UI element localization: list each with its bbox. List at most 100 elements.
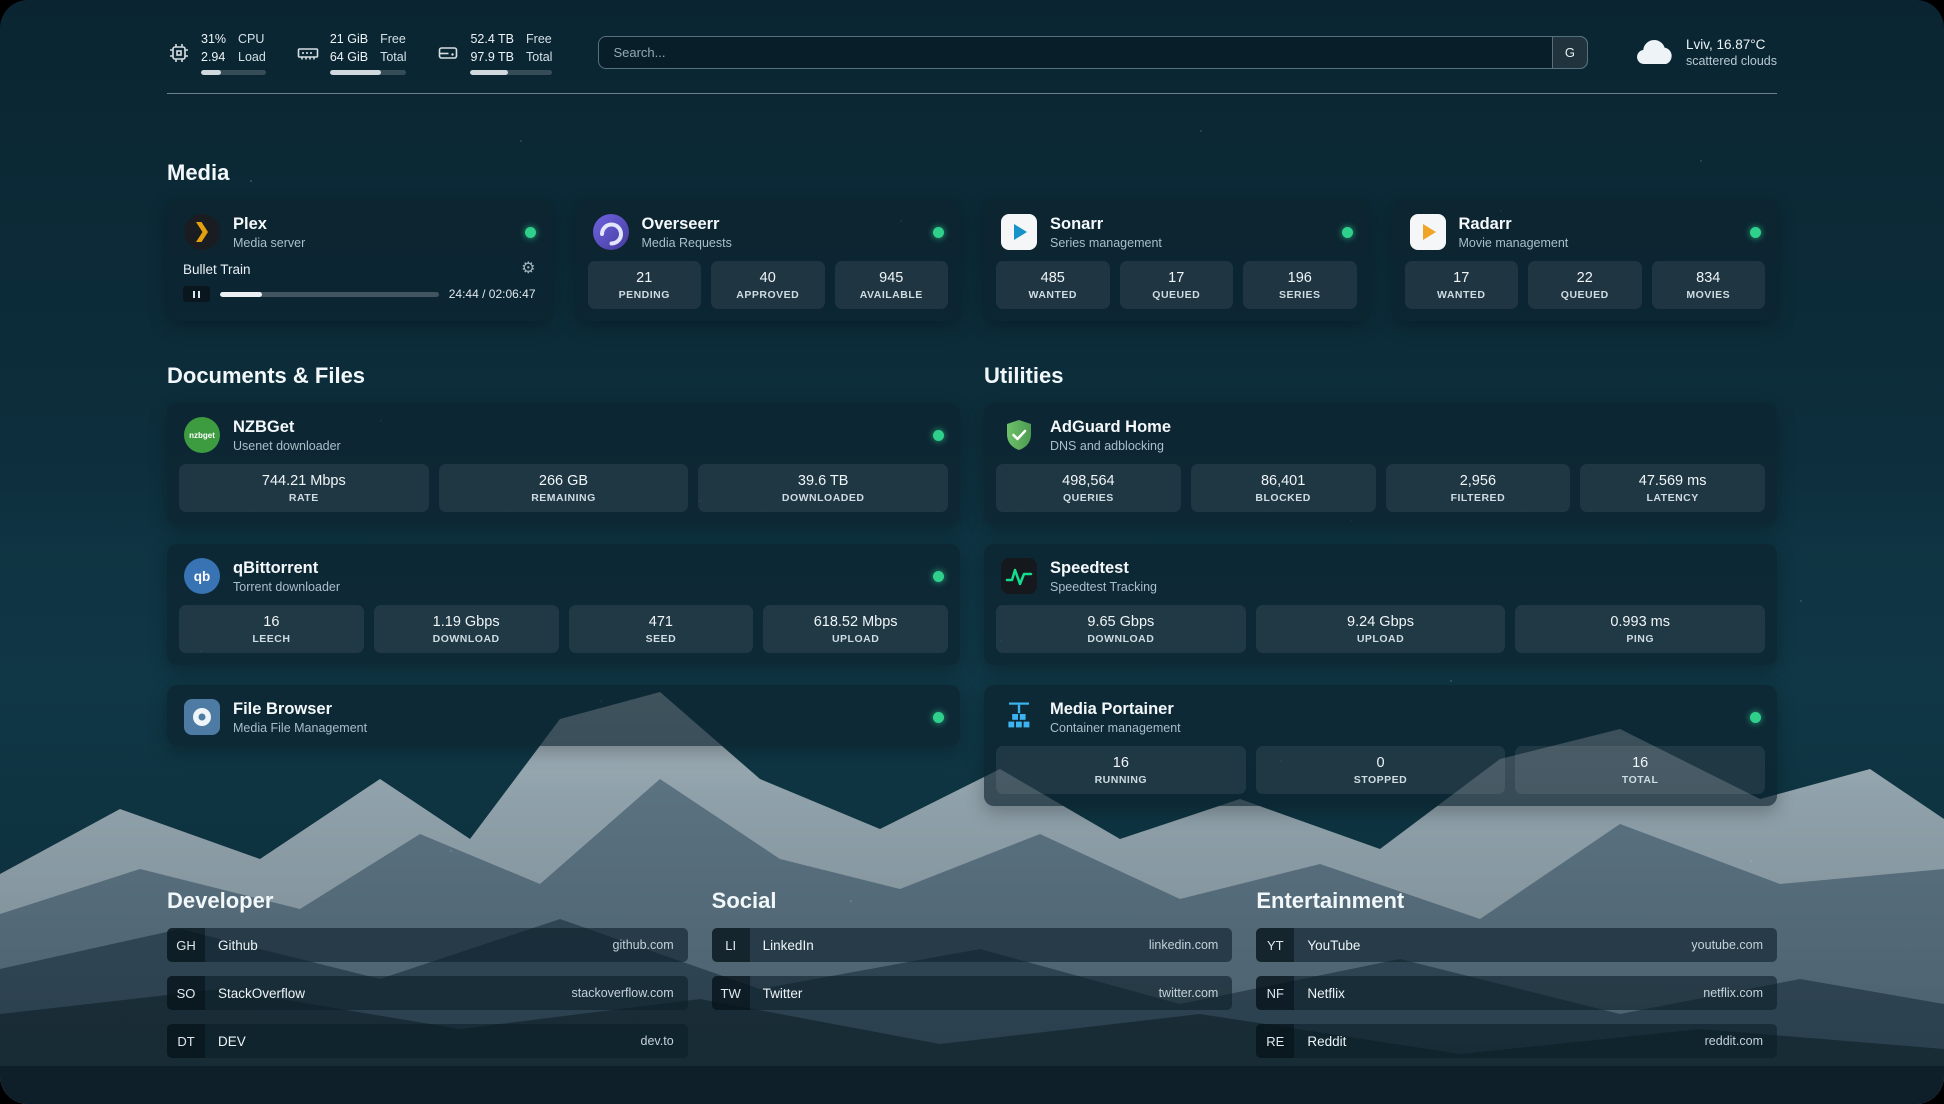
playback-time: 24:44 / 02:06:47 <box>449 287 536 301</box>
cpu-widget: 31% 2.94 CPU Load <box>167 30 266 75</box>
cpu-progress-bar <box>201 70 266 75</box>
bookmark-twitter[interactable]: TW Twitter twitter.com <box>712 976 1233 1010</box>
system-widgets: 31% 2.94 CPU Load <box>167 30 552 75</box>
bookmark-name: Twitter <box>750 986 803 1001</box>
bookmark-abbr: DT <box>167 1024 205 1058</box>
status-dot <box>1342 227 1353 238</box>
adguard-card[interactable]: AdGuard Home DNS and adblocking 498,564 … <box>984 403 1777 524</box>
weather-widget: Lviv, 16.87°C scattered clouds <box>1634 37 1777 68</box>
speedtest-card[interactable]: Speedtest Speedtest Tracking 9.65 Gbps D… <box>984 544 1777 665</box>
developer-bookmarks: Developer GH Github github.com SO StackO… <box>167 888 688 1072</box>
playback-progress[interactable] <box>220 292 439 297</box>
radarr-card[interactable]: Radarr Movie management 17 WANTED 22 QUE… <box>1393 200 1778 321</box>
filebrowser-card[interactable]: File Browser Media File Management <box>167 685 960 746</box>
bookmark-name: Reddit <box>1294 1034 1346 1049</box>
bookmark-linkedin[interactable]: LI LinkedIn linkedin.com <box>712 928 1233 962</box>
disk-total-label: Total <box>526 48 552 66</box>
cpu-load-value: 2.94 <box>201 48 226 66</box>
service-title: File Browser <box>233 700 367 719</box>
disk-widget: 52.4 TB 97.9 TB Free Total <box>436 30 552 75</box>
bookmark-abbr: NF <box>1256 976 1294 1010</box>
status-dot <box>1750 227 1761 238</box>
stat-upload: 618.52 Mbps UPLOAD <box>763 605 948 653</box>
service-subtitle: Movie management <box>1459 236 1569 250</box>
header-divider <box>167 93 1777 94</box>
stat-approved: 40 APPROVED <box>711 261 825 309</box>
bookmark-stackoverflow[interactable]: SO StackOverflow stackoverflow.com <box>167 976 688 1010</box>
bookmark-url: youtube.com <box>1691 938 1777 952</box>
gear-icon[interactable]: ⚙ <box>521 261 535 277</box>
bookmark-url: netflix.com <box>1703 986 1777 1000</box>
pause-button[interactable] <box>183 286 210 302</box>
bookmark-abbr: LI <box>712 928 750 962</box>
filebrowser-icon <box>183 698 221 736</box>
status-dot <box>525 227 536 238</box>
search-provider-button[interactable]: G <box>1552 36 1588 69</box>
stat-series: 196 SERIES <box>1243 261 1357 309</box>
social-bookmarks: Social LI LinkedIn linkedin.com TW Twitt… <box>712 888 1233 1072</box>
bookmark-netflix[interactable]: NF Netflix netflix.com <box>1256 976 1777 1010</box>
bookmark-dev[interactable]: DT DEV dev.to <box>167 1024 688 1058</box>
bookmark-abbr: TW <box>712 976 750 1010</box>
bookmark-name: DEV <box>205 1034 246 1049</box>
stat-wanted: 485 WANTED <box>996 261 1110 309</box>
service-title: Sonarr <box>1050 215 1162 234</box>
stat-download: 9.65 Gbps DOWNLOAD <box>996 605 1246 653</box>
disk-free-label: Free <box>526 30 552 48</box>
overseerr-icon <box>592 213 630 251</box>
cpu-load-label: Load <box>238 48 266 66</box>
stat-seed: 471 SEED <box>569 605 754 653</box>
nzbget-card[interactable]: nzbget NZBGet Usenet downloader 744.21 M… <box>167 403 960 524</box>
weather-location: Lviv, 16.87°C <box>1686 37 1777 52</box>
section-title-documents: Documents & Files <box>167 363 960 389</box>
memory-widget: 21 GiB 64 GiB Free Total <box>296 30 407 75</box>
stat-upload: 9.24 Gbps UPLOAD <box>1256 605 1506 653</box>
bookmark-name: Netflix <box>1294 986 1345 1001</box>
svg-text:nzbget: nzbget <box>189 431 215 440</box>
bookmark-github[interactable]: GH Github github.com <box>167 928 688 962</box>
section-title-social: Social <box>712 888 1233 914</box>
plex-card[interactable]: Plex Media server Bullet Train ⚙ <box>167 200 552 321</box>
section-title-media: Media <box>167 160 1777 186</box>
stat-leech: 16 LEECH <box>179 605 364 653</box>
stat-queued: 22 QUEUED <box>1528 261 1642 309</box>
bookmark-youtube[interactable]: YT YouTube youtube.com <box>1256 928 1777 962</box>
service-subtitle: Series management <box>1050 236 1162 250</box>
stat-downloaded: 39.6 TB DOWNLOADED <box>698 464 948 512</box>
speedtest-icon <box>1000 557 1038 595</box>
entertainment-bookmarks: Entertainment YT YouTube youtube.com NF … <box>1256 888 1777 1072</box>
disk-free-value: 52.4 TB <box>470 30 514 48</box>
cpu-icon <box>167 41 191 65</box>
bookmark-name: LinkedIn <box>750 938 814 953</box>
bookmark-abbr: SO <box>167 976 205 1010</box>
qbittorrent-icon: qb <box>183 557 221 595</box>
memory-total-label: Total <box>380 48 406 66</box>
now-playing-title: Bullet Train <box>183 262 251 277</box>
overseerr-card[interactable]: Overseerr Media Requests 21 PENDING 40 A… <box>576 200 961 321</box>
portainer-card[interactable]: Media Portainer Container management 16 … <box>984 685 1777 806</box>
bookmark-name: StackOverflow <box>205 986 305 1001</box>
qbittorrent-card[interactable]: qb qBittorrent Torrent downloader 16 LEE… <box>167 544 960 665</box>
status-dot <box>933 712 944 723</box>
sonarr-card[interactable]: Sonarr Series management 485 WANTED 17 Q… <box>984 200 1369 321</box>
sonarr-icon <box>1000 213 1038 251</box>
search-bar: G <box>598 36 1588 69</box>
bookmark-abbr: GH <box>167 928 205 962</box>
search-input[interactable] <box>598 36 1588 69</box>
service-title: Speedtest <box>1050 559 1157 578</box>
status-dot <box>933 571 944 582</box>
bookmark-url: reddit.com <box>1705 1034 1777 1048</box>
utilities-column: Utilities AdGuard Home DNS and adblockin… <box>984 363 1777 826</box>
section-title-developer: Developer <box>167 888 688 914</box>
service-title: NZBGet <box>233 418 341 437</box>
disk-icon <box>436 41 460 65</box>
memory-total-value: 64 GiB <box>330 48 368 66</box>
service-subtitle: Container management <box>1050 721 1181 735</box>
stat-pending: 21 PENDING <box>588 261 702 309</box>
stat-remaining: 266 GB REMAINING <box>439 464 689 512</box>
radarr-icon <box>1409 213 1447 251</box>
bookmark-name: Github <box>205 938 258 953</box>
service-title: Media Portainer <box>1050 700 1181 719</box>
bookmark-reddit[interactable]: RE Reddit reddit.com <box>1256 1024 1777 1058</box>
bookmark-url: linkedin.com <box>1149 938 1232 952</box>
